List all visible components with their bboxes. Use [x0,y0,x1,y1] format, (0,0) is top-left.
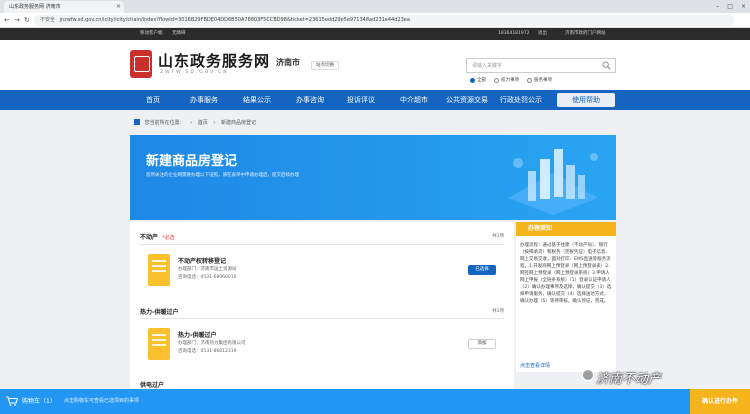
city-name: 济南市 [276,58,300,67]
page: 山东政务服务网 济南市 × – □ × ← → ↻ 不安全 jnzwfw.sd.… [0,0,750,414]
site-title[interactable]: 山东政务服务网 [158,50,270,71]
items-panel: 不动产 *必选 共1项 不动产权转移登记 办理部门：济南市国土资源局 咨询电话：0… [130,222,514,392]
radio-all[interactable]: 全部 [470,77,486,83]
accessibility-link[interactable]: 无障碍 [172,28,186,40]
close-icon[interactable]: × [116,1,121,13]
required-tag: *必选 [162,235,175,241]
nav-item-results[interactable]: 结果公示 [243,90,271,110]
cart-bar: 购物车（1） 点击购物车可查看已选项目的事项 确认进行办件 [0,389,750,414]
radio-service[interactable]: 服务事项 [527,77,552,83]
radio-dot-icon [494,77,499,83]
search-input[interactable]: 请输入关键字 [466,58,616,73]
city-illustration-icon [508,149,598,215]
browser-tab-title: 山东政务服务网 济南市 [9,4,61,10]
section-title-text: 供电过户 [140,382,165,389]
radio-label: 服务事项 [534,78,552,83]
address-bar: ← → ↻ 不安全 jnzwfw.sd.gov.cn/icity/icity/c… [0,13,750,28]
radio-label: 权力事项 [501,78,519,83]
notice-header: 办理须知 [516,222,616,236]
section-title-text: 热力-供暖过户 [140,309,179,316]
close-window-icon[interactable]: × [741,0,746,13]
main-nav: 首页 办事服务 结果公示 办事咨询 投诉评议 中介超市 公共资源交易 行政处罚公… [0,90,750,110]
url-field[interactable]: 不安全 jnzwfw.sd.gov.cn/icity/icity/chain/i… [34,15,734,26]
nav-item-home[interactable]: 首页 [146,90,160,110]
logout-link[interactable]: 退出 [538,28,547,40]
portal-link[interactable]: 济南市政府门户网站 [565,28,606,40]
confirm-submit-button[interactable]: 确认进行办件 [690,389,750,414]
nav-item-services[interactable]: 办事服务 [190,90,218,110]
radio-label: 全部 [477,78,486,83]
notice-text: 办理流程：通过基于住建（不动产局）、银行（按揭承贷）和税务（完税凭证）电子信息、… [520,243,612,304]
nav-item-penalty[interactable]: 行政处罚公示 [500,90,542,110]
url-text: jnzwfw.sd.gov.cn/icity/icity/chain/index… [59,17,410,23]
user-phone: 18364181972 [498,31,530,36]
watermark-text: 济南不动产 [596,372,662,387]
breadcrumb-prefix: 您当前所在位置： [144,120,185,126]
nav-item-agency[interactable]: 中介超市 [400,90,428,110]
radio-dot-icon [527,77,532,83]
insecure-label: 不安全 [40,17,56,23]
search-scope-radios: 全部 权力事项 服务事项 [470,77,552,83]
divider [140,244,504,245]
nav-item-consult[interactable]: 办事咨询 [296,90,324,110]
card-title[interactable]: 热力-供暖过户 [178,330,217,339]
back-icon[interactable]: ← [4,15,10,25]
breadcrumb-sep: › [190,120,193,126]
nav-item-resources[interactable]: 公共资源交易 [446,90,488,110]
document-icon [148,254,170,286]
banner-subtitle: 您所关注的企业网需要办理以下证照，请在表单中申请办理后，提交后续办理 [146,173,299,178]
nav-item-complaints[interactable]: 投诉评议 [347,90,375,110]
mobile-client-link[interactable]: 移动客户端 [140,28,163,40]
radio-power[interactable]: 权力事项 [494,77,519,83]
notice-title: 办理须知 [528,225,553,232]
cart-icon[interactable] [6,396,18,406]
card-title[interactable]: 不动产权转移登记 [178,256,226,265]
wechat-watermark-icon [582,369,594,381]
section-title-text: 不动产 [140,234,159,241]
notice-panel: 办理须知 办理流程：通过基于住建（不动产局）、银行（按揭承贷）和税务（完税凭证）… [516,222,616,372]
list-item: 热力-供暖过户 办理部门：济南热力集团有限公司 咨询电话：0531-868123… [140,324,504,370]
reload-icon[interactable]: ↻ [24,15,30,25]
section-title: 热力-供暖过户 [140,307,179,316]
breadcrumb-sep: › [213,120,216,126]
home-icon [134,119,140,125]
card-dept: 办理部门：济南热力集团有限公司 [178,341,246,346]
browser-tab[interactable]: 山东政务服务网 济南市 × [4,1,124,13]
search-placeholder: 请输入关键字 [472,63,503,69]
top-utility-bar: 移动客户端 无障碍 18364181972 退出 济南市政府门户网站 [0,28,750,40]
search-icon[interactable] [602,61,611,70]
breadcrumb-home[interactable]: 首页 [198,120,208,126]
city-switch-button[interactable]: 站点切换 [311,61,339,70]
site-header: 山东政务服务网 ZWFW.SD.GOV.CN 济南市 站点切换 请输入关键字 全… [0,40,750,90]
add-button[interactable]: 添加 [468,339,496,349]
card-phone: 咨询电话：0531-86812319 [178,349,237,354]
selected-button[interactable]: 已选择 [468,265,496,275]
help-button[interactable]: 使用帮助 [557,93,615,107]
document-icon [148,328,170,360]
browser-tabstrip: 山东政务服务网 济南市 × – □ × [0,0,750,13]
seal-logo-icon[interactable] [130,50,152,78]
breadcrumb: 您当前所在位置： › 首页 › 新建商品房登记 [134,119,256,126]
section-count: 共1项 [492,234,504,239]
breadcrumb-current: 新建商品房登记 [221,120,257,126]
section-title: 不动产 *必选 [140,232,175,241]
maximize-icon[interactable]: □ [727,0,733,13]
site-domain: ZWFW.SD.GOV.CN [160,70,229,75]
divider [140,318,504,319]
window-controls: – □ × [716,0,746,13]
radio-dot-icon [470,77,475,83]
card-dept: 办理部门：济南市国土资源局 [178,267,237,272]
view-details-link[interactable]: 点击查看详情 [520,362,550,369]
hero-banner: 新建商品房登记 您所关注的企业网需要办理以下证照，请在表单中申请办理后，提交后续… [130,135,616,220]
section-count: 共1项 [492,309,504,314]
card-phone: 咨询电话：0531-68966010 [178,275,237,280]
forward-icon[interactable]: → [14,15,20,25]
section-title: 供电过户 [140,380,164,389]
cart-tip: 点击购物车可查看已选项目的事项 [64,398,140,404]
minimize-icon[interactable]: – [716,0,719,13]
list-item: 不动产权转移登记 办理部门：济南市国土资源局 咨询电话：0531-6896601… [140,250,504,296]
banner-title: 新建商品房登记 [146,154,238,169]
cart-label[interactable]: 购物车（1） [22,389,56,414]
